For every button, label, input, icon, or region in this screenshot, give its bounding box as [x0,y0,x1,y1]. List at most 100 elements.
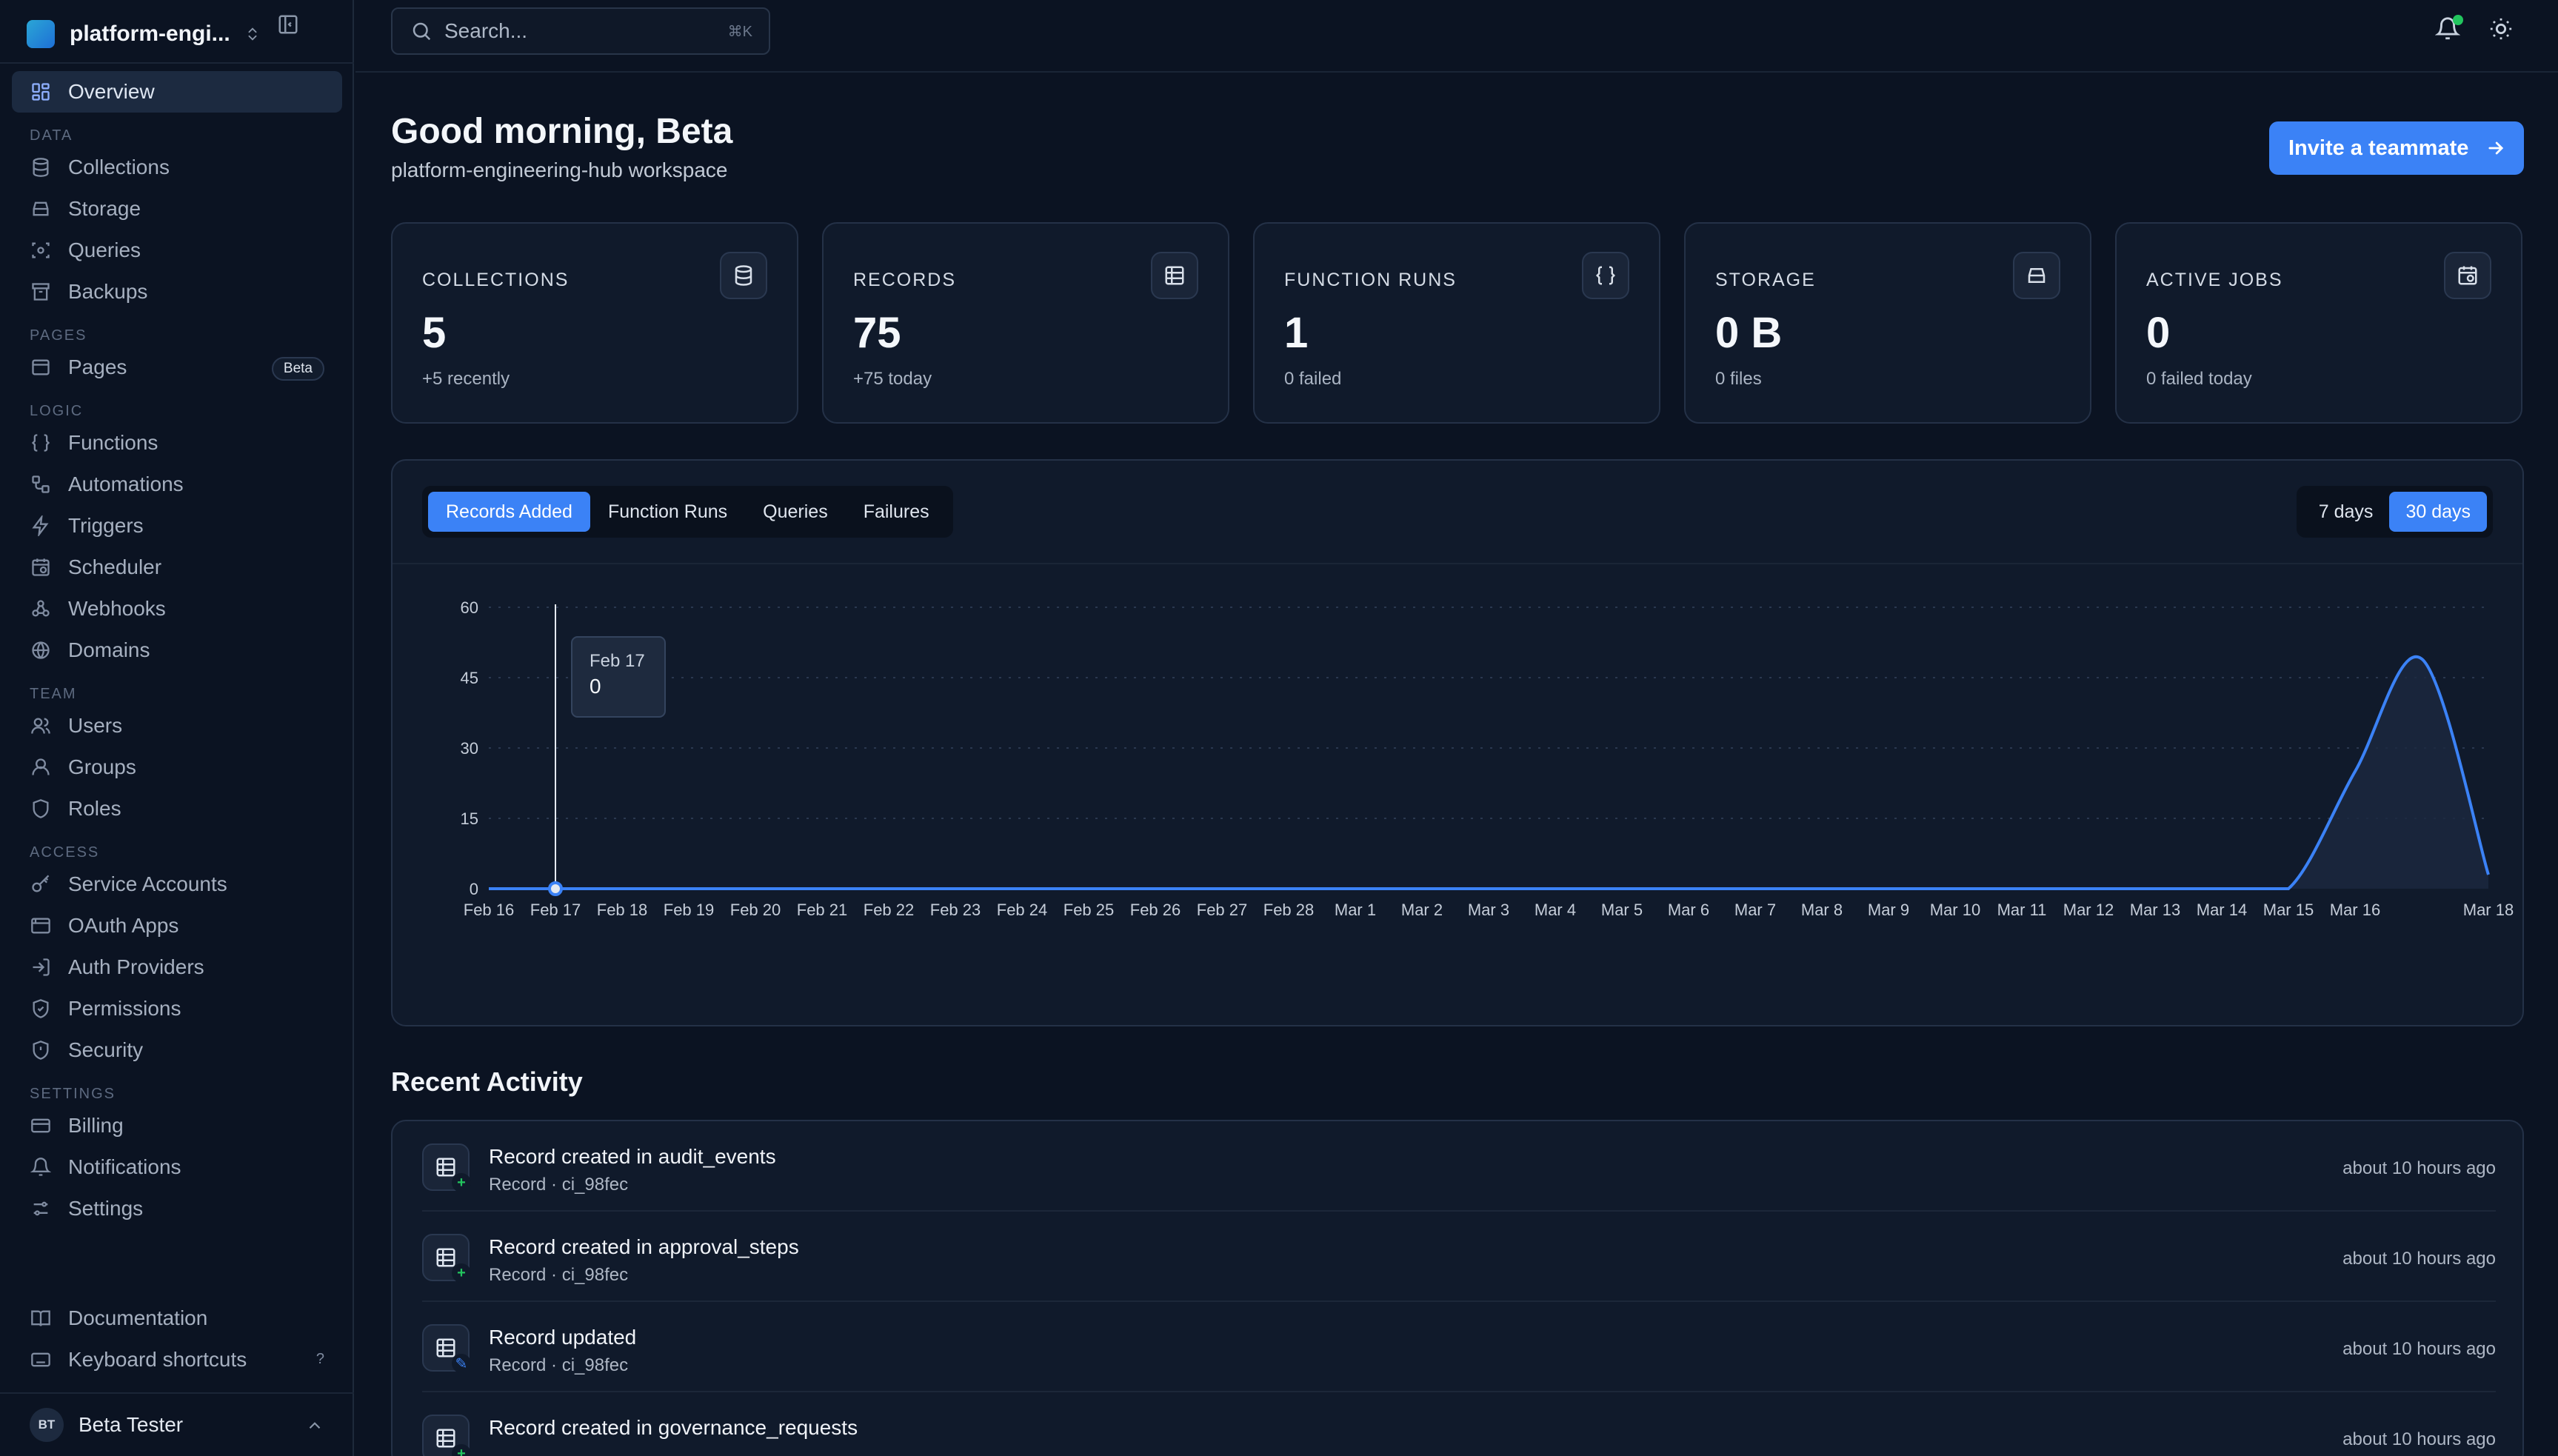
x-tick-label: Mar 2 [1401,901,1443,919]
tab-records-added[interactable]: Records Added [428,492,590,532]
invite-teammate-button[interactable]: Invite a teammate [2269,121,2524,175]
pencil-icon: ✎ [452,1354,471,1373]
sidebar-item-groups[interactable]: Groups [12,747,342,788]
sidebar-item-notifications[interactable]: Notifications [12,1146,342,1188]
records-added-chart[interactable]: 0 15 30 45 60 Feb 16 Feb 17 Feb 18 Feb 19 Feb 20 F… [393,564,2522,1025]
search-icon [410,20,433,42]
credit-card-icon [30,1115,52,1137]
sidebar-item-label: Documentation [68,1306,208,1329]
activity-title: Record created in governance_requests [489,1416,858,1439]
tab-queries[interactable]: Queries [745,492,846,532]
sidebar-collapse-icon[interactable] [277,13,302,39]
search-input[interactable] [444,19,711,43]
chart-range-toggle: 7 days 30 days [2296,486,2493,538]
stat-card-collections[interactable]: COLLECTIONS 5 +5 recently [391,222,798,424]
tab-failures[interactable]: Failures [846,492,947,532]
sidebar-item-service-accounts[interactable]: Service Accounts [12,864,342,905]
layout-dashboard-icon [30,81,52,103]
sidebar-item-overview[interactable]: Overview [12,71,342,113]
log-in-icon [30,956,52,978]
sidebar-item-queries[interactable]: Queries [12,230,342,271]
workflow-icon [30,473,52,495]
shield-icon [30,798,52,820]
sidebar-item-label: Auth Providers [68,955,204,978]
stat-card-function-runs[interactable]: FUNCTION RUNS 1 0 failed [1253,222,1660,424]
sidebar-item-billing[interactable]: Billing [12,1105,342,1146]
activity-row[interactable]: + Record created in audit_events Record · … [422,1121,2496,1212]
hover-data-point [548,881,563,896]
chevrons-up-down-icon [241,23,264,45]
webhook-icon [30,598,52,620]
sidebar-item-auth-providers[interactable]: Auth Providers [12,946,342,988]
beta-badge: Beta [271,357,324,381]
x-tick-label: Mar 18 [2463,901,2514,919]
recent-activity-title: Recent Activity [391,1066,583,1097]
sidebar-item-security[interactable]: Security [12,1029,342,1071]
sidebar-item-keyboard-shortcuts[interactable]: Keyboard shortcuts ? [12,1339,342,1380]
sidebar-item-label: Webhooks [68,597,166,620]
activity-row[interactable]: + Record created in governance_requests ab… [422,1392,2496,1456]
range-7-days[interactable]: 7 days [2302,492,2390,532]
activity-title: Record created in approval_steps [489,1235,799,1258]
sidebar-item-pages[interactable]: Pages Beta [12,347,342,388]
sidebar-item-label: Pages [68,355,127,378]
sidebar-item-storage[interactable]: Storage [12,188,342,230]
range-30-days[interactable]: 30 days [2389,492,2487,532]
activity-time: about 10 hours ago [2342,1158,2496,1178]
plus-icon: + [452,1444,471,1456]
shortcut-key-hint: ? [315,1351,324,1367]
tab-function-runs[interactable]: Function Runs [590,492,745,532]
stat-card-records[interactable]: RECORDS 75 +75 today [822,222,1229,424]
sidebar-item-roles[interactable]: Roles [12,788,342,829]
section-label-logic: LOGIC [30,402,84,419]
sidebar-item-settings[interactable]: Settings [12,1188,342,1229]
sidebar-item-label: Permissions [68,997,181,1020]
sidebar-item-automations[interactable]: Automations [12,464,342,505]
sidebar-item-users[interactable]: Users [12,705,342,747]
activity-subtitle: Record · ci_98fec [489,1355,629,1375]
sidebar-item-backups[interactable]: Backups [12,271,342,313]
activity-subtitle: Record · ci_98fec [489,1265,629,1285]
activity-row[interactable]: ✎ Record updated Record · ci_98fec about 10… [422,1302,2496,1392]
sidebar-item-label: Scheduler [68,555,162,578]
sidebar-item-triggers[interactable]: Triggers [12,505,342,547]
table-icon: + [422,1143,471,1192]
sidebar-item-label: Settings [68,1197,144,1220]
globe-icon [30,639,52,661]
x-tick-label: Feb 25 [1063,901,1115,919]
x-tick-label: Mar 15 [2263,901,2314,919]
sidebar-item-collections[interactable]: Collections [12,147,342,188]
x-tick-label: Feb 17 [530,901,581,919]
y-tick-label: 30 [461,739,478,758]
sidebar-item-functions[interactable]: Functions [12,422,342,464]
hard-drive-icon [2013,252,2060,299]
shield-check-icon [30,998,52,1020]
stat-subtext: 0 failed today [2146,369,2252,389]
sidebar-item-documentation[interactable]: Documentation [12,1298,342,1339]
users-icon [30,715,52,737]
x-tick-label: Mar 12 [2063,901,2114,919]
x-tick-label: Feb 18 [597,901,648,919]
stat-card-active-jobs[interactable]: ACTIVE JOBS 0 0 failed today [2115,222,2522,424]
stat-card-storage[interactable]: STORAGE 0 B 0 files [1684,222,2091,424]
sidebar-item-label: Notifications [68,1155,181,1178]
stat-value: 1 [1284,309,1309,357]
bell-icon [30,1156,52,1178]
scan-icon [30,239,52,261]
search-box[interactable]: ⌘K [391,7,770,55]
sidebar-item-scheduler[interactable]: Scheduler [12,547,342,588]
stat-subtext: 0 files [1715,369,1762,389]
sidebar-item-oauth-apps[interactable]: OAuth Apps [12,905,342,946]
bell-icon[interactable] [2434,15,2463,44]
activity-row[interactable]: + Record created in approval_steps Record … [422,1212,2496,1302]
workspace-name: platform-engi... [70,21,230,46]
x-tick-label: Feb 20 [730,901,781,919]
sidebar-item-permissions[interactable]: Permissions [12,988,342,1029]
sidebar-item-webhooks[interactable]: Webhooks [12,588,342,630]
x-tick-label: Mar 8 [1801,901,1843,919]
sun-icon[interactable] [2488,16,2517,44]
x-tick-label: Feb 22 [864,901,915,919]
user-menu[interactable]: BT Beta Tester [0,1392,354,1456]
sidebar-item-domains[interactable]: Domains [12,630,342,671]
x-tick-label: Mar 7 [1734,901,1776,919]
